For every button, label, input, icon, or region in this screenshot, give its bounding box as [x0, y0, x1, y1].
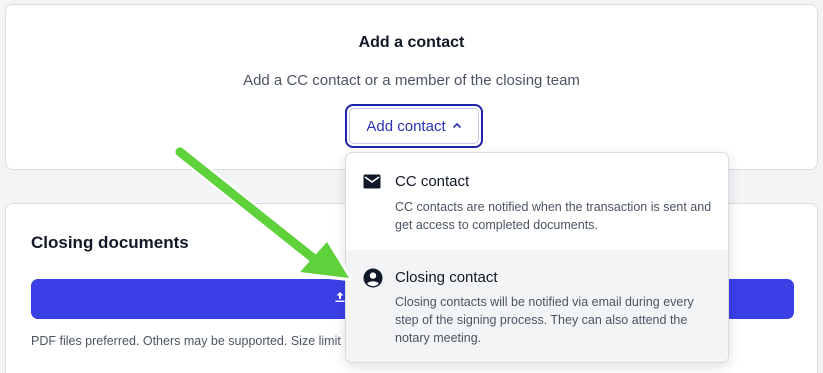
user-circle-icon — [363, 268, 383, 293]
menu-item-description: Closing contacts will be notified via em… — [395, 295, 694, 345]
menu-item-description: CC contacts are notified when the transa… — [395, 200, 712, 232]
add-contact-card: Add a contact Add a CC contact or a memb… — [5, 4, 818, 170]
file-requirements-note: PDF files preferred. Others may be suppo… — [31, 334, 341, 348]
envelope-icon — [363, 174, 381, 194]
add-contact-dropdown: CC contact CC contacts are notified when… — [345, 152, 729, 363]
menu-item-title: Closing contact — [395, 269, 498, 286]
add-contact-button[interactable]: Add contact — [345, 104, 483, 148]
add-contact-subtitle: Add a CC contact or a member of the clos… — [243, 72, 580, 89]
closing-documents-title: Closing documents — [31, 233, 189, 252]
chevron-up-icon — [452, 120, 462, 132]
add-contact-title: Add a contact — [358, 34, 465, 51]
menu-item-cc-contact[interactable]: CC contact CC contacts are notified when… — [346, 153, 728, 250]
menu-item-closing-contact[interactable]: Closing contact Closing contacts will be… — [346, 250, 728, 362]
menu-item-title: CC contact — [395, 173, 470, 190]
